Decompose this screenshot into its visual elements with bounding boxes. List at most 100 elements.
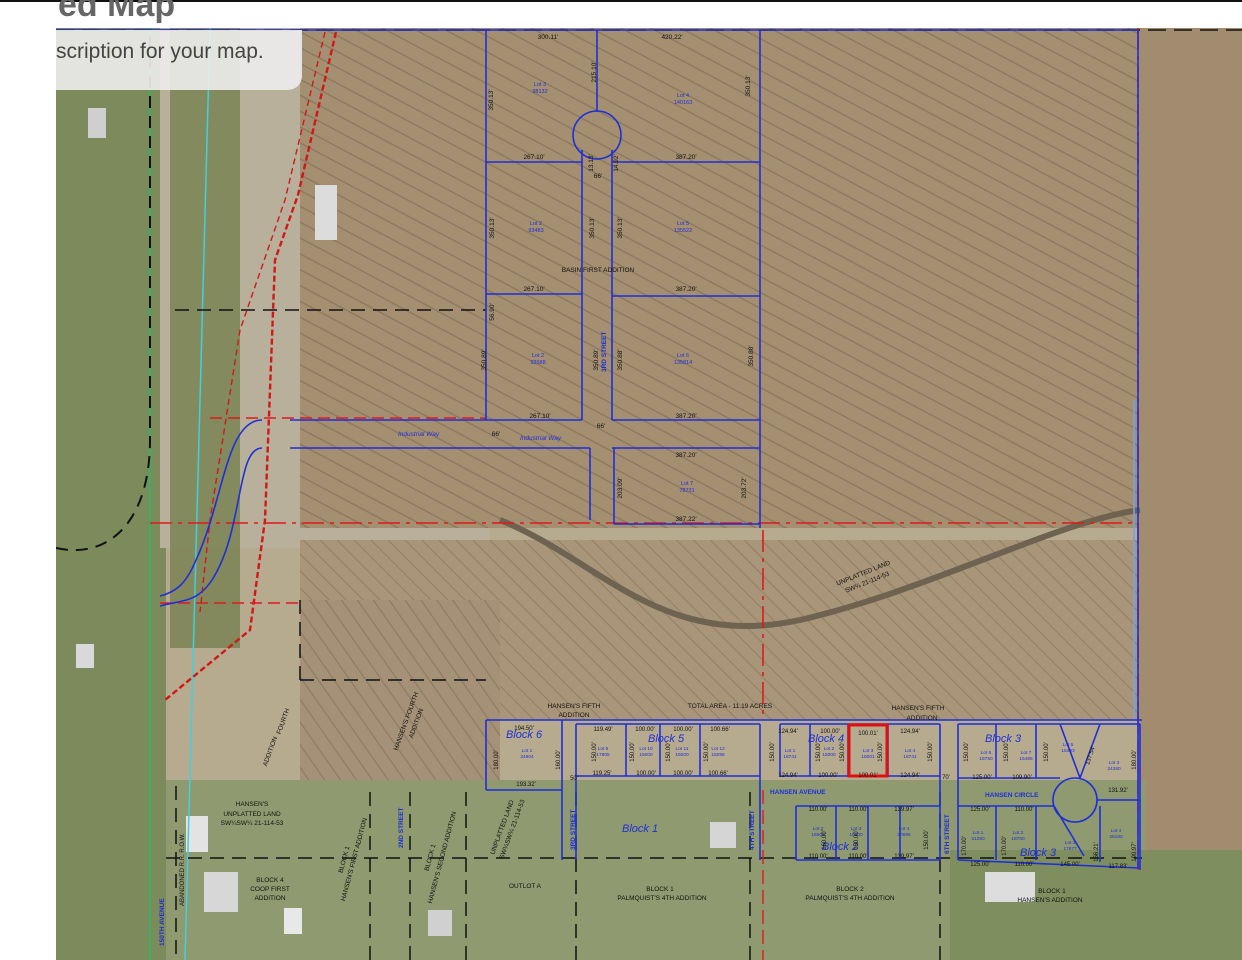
svg-text:21250: 21250: [971, 836, 985, 842]
svg-text:170.00': 170.00': [1002, 836, 1008, 856]
svg-text:150.00': 150.00': [816, 742, 822, 762]
svg-text:18741: 18741: [903, 754, 917, 760]
svg-text:Lot 1: Lot 1: [522, 748, 533, 754]
svg-text:Lot 4: Lot 4: [905, 748, 916, 754]
svg-text:267.10': 267.10': [523, 286, 544, 293]
svg-text:100.00': 100.00': [818, 773, 838, 779]
basin-lot-2a-area: 93483: [528, 228, 543, 234]
svg-text:BLOCK 4: BLOCK 4: [256, 877, 284, 884]
svg-text:387.20': 387.20': [675, 452, 696, 459]
svg-text:SW¼SW¼ 21-114-53: SW¼SW¼ 21-114-53: [221, 820, 284, 827]
svg-text:203.09': 203.09': [617, 477, 624, 498]
svg-text:OUTLOT A: OUTLOT A: [509, 883, 542, 890]
svg-text:350.13': 350.13': [489, 217, 496, 238]
svg-text:100.00': 100.00': [635, 727, 655, 733]
svg-text:350.88': 350.88': [748, 345, 755, 366]
svg-text:16485: 16485: [1019, 756, 1033, 762]
svg-text:Lot 3: Lot 3: [863, 748, 874, 754]
basin-lot-5-area: 135522: [674, 228, 692, 234]
block-1-label: Block 1: [622, 823, 658, 835]
svg-text:Lot 11: Lot 11: [676, 746, 689, 752]
basin-lot-3-area: 98132: [532, 89, 547, 95]
grass-tree-line: [170, 28, 240, 648]
svg-text:110.00': 110.00': [1014, 807, 1033, 813]
third-street-top: 3RD STREET: [601, 332, 608, 372]
svg-text:139.97': 139.97': [894, 854, 914, 860]
svg-text:110.00': 110.00': [808, 807, 827, 813]
svg-text:100.01': 100.01': [858, 773, 878, 779]
svg-text:ADDITION: ADDITION: [558, 712, 589, 719]
svg-text:150.00': 150.00': [1004, 742, 1010, 762]
industrial-way-east: Industrial Way: [520, 435, 562, 442]
svg-text:203.72': 203.72': [741, 477, 748, 498]
basin-lot-3-name: Lot 3: [534, 82, 546, 88]
svg-text:100.66': 100.66': [708, 771, 728, 777]
svg-text:267.10': 267.10': [529, 413, 550, 420]
svg-text:180.00': 180.00': [1132, 750, 1138, 770]
svg-text:110.00': 110.00': [848, 854, 867, 860]
svg-text:160.00': 160.00': [556, 750, 562, 770]
svg-text:194.50': 194.50': [514, 726, 534, 732]
svg-text:110.00': 110.00': [848, 807, 867, 813]
svg-text:124.94': 124.94': [778, 773, 798, 779]
svg-text:UNPLATTED LAND: UNPLATTED LAND: [223, 811, 281, 818]
basin-lot-7-name: Lot 7: [681, 481, 693, 487]
field-north: [300, 28, 1142, 528]
basin-lot-2b-area: 93688: [530, 360, 545, 366]
basin-lot-7-area: 78731: [679, 488, 694, 494]
svg-text:Lot 7: Lot 7: [1021, 750, 1032, 756]
svg-text:350.88': 350.88': [617, 349, 624, 370]
svg-text:15001: 15001: [861, 754, 875, 760]
svg-text:300.11': 300.11': [538, 34, 559, 41]
svg-text:24380: 24380: [1107, 766, 1121, 772]
svg-text:17877: 17877: [1063, 846, 1077, 852]
svg-text:215.10': 215.10': [591, 61, 598, 82]
svg-text:145.00': 145.00': [1060, 862, 1080, 868]
basin-lot-2a-name: Lot 2: [530, 221, 542, 227]
svg-text:100.01': 100.01': [858, 731, 878, 737]
svg-text:350.89': 350.89': [481, 349, 488, 370]
svg-text:150.00': 150.00': [878, 742, 884, 762]
town-building-4: [710, 822, 736, 848]
field-southwest: [300, 600, 500, 800]
svg-text:110.00': 110.00': [808, 854, 827, 860]
svg-text:156.21': 156.21': [1094, 842, 1100, 862]
svg-text:18700: 18700: [1011, 836, 1025, 842]
sixth-street: 6TH STREET: [944, 814, 951, 854]
svg-text:Lot 6: Lot 6: [981, 750, 992, 756]
svg-text:150.00': 150.00': [630, 742, 636, 762]
svg-text:125.00': 125.00': [970, 807, 990, 813]
map-description[interactable]: scription for your map.: [56, 40, 264, 64]
town-building-3: [284, 908, 302, 934]
svg-text:66': 66': [594, 173, 602, 180]
farm-building-2: [88, 108, 106, 138]
svg-text:160.00': 160.00': [822, 830, 828, 850]
svg-text:34904: 34904: [520, 754, 534, 760]
plat-map-svg: Lot 3 98132 Lot 4 140163 Lot 2 93483 Lot…: [56, 28, 1242, 960]
svg-text:387.20': 387.20': [675, 413, 696, 420]
svg-text:350.13': 350.13': [617, 217, 624, 238]
svg-text:139.97': 139.97': [894, 807, 914, 813]
svg-text:ADDITION: ADDITION: [906, 715, 937, 722]
svg-text:Lot 3: Lot 3: [1109, 760, 1120, 766]
basin-lot-6-name: Lot 6: [677, 353, 689, 359]
svg-text:HANSEN'S FIFTH: HANSEN'S FIFTH: [892, 705, 945, 712]
svg-text:BLOCK 1: BLOCK 1: [1038, 888, 1066, 895]
plat-map[interactable]: Lot 3 98132 Lot 4 140163 Lot 2 93483 Lot…: [56, 28, 1242, 960]
svg-text:15493: 15493: [1061, 748, 1075, 754]
svg-text:Lot 1: Lot 1: [973, 830, 984, 836]
svg-text:119.25': 119.25': [592, 771, 611, 777]
svg-text:Lot 2: Lot 2: [1013, 830, 1024, 836]
svg-text:131.92': 131.92': [1108, 788, 1128, 794]
svg-text:15000: 15000: [822, 752, 836, 758]
svg-text:28180: 28180: [1109, 834, 1123, 840]
town-building-2: [204, 872, 238, 912]
svg-text:387.20': 387.20': [675, 154, 696, 161]
svg-text:Lot 5: Lot 5: [1063, 742, 1074, 748]
abandoned-row-label: ABANDONED R.R. R.O.W.: [180, 833, 186, 906]
svg-text:100.66': 100.66': [710, 727, 730, 733]
svg-text:420.22': 420.22': [661, 34, 682, 41]
svg-text:150.00': 150.00': [666, 742, 672, 762]
svg-text:ADDITION: ADDITION: [254, 895, 285, 902]
svg-text:117.83': 117.83': [1108, 864, 1127, 870]
